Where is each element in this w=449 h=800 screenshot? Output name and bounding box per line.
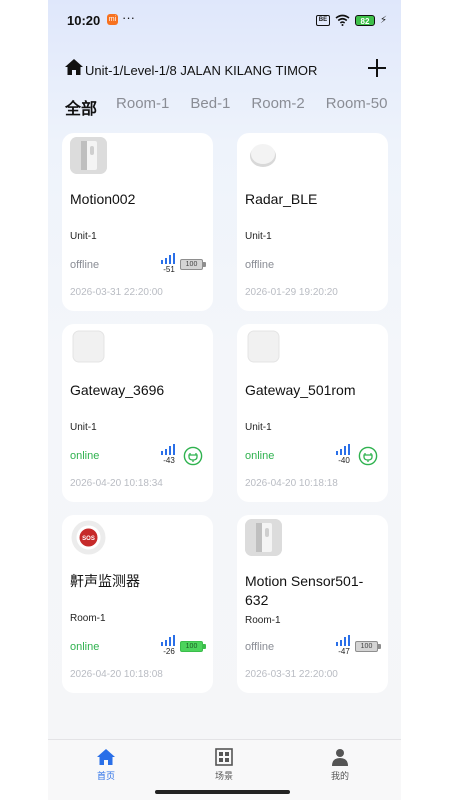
- power-plug-icon: [358, 446, 378, 466]
- nav-home-label: 首页: [96, 771, 115, 781]
- device-last-update: 2026-03-31 22:20:00: [245, 669, 338, 680]
- battery-value: 100: [180, 259, 203, 270]
- device-name: Gateway_3696: [70, 382, 165, 398]
- gateway-icon: [70, 328, 107, 365]
- device-room: Unit-1: [70, 231, 97, 242]
- nav-profile[interactable]: 我的: [310, 748, 370, 782]
- battery-value: 100: [355, 641, 378, 652]
- plus-icon[interactable]: [365, 56, 389, 80]
- device-name: Radar_BLE: [245, 191, 318, 207]
- device-card-snore-monitor[interactable]: SOS 鼾声监测器 Room-1 online -26 100 2026-04-…: [62, 515, 213, 693]
- device-room: Unit-1: [70, 422, 97, 433]
- device-name: Motion Sensor501-632: [245, 573, 364, 608]
- signal-value: -47: [338, 647, 350, 656]
- signal-value: -40: [338, 456, 350, 465]
- nav-scene[interactable]: 场景: [194, 748, 254, 782]
- wifi-icon: [335, 14, 350, 26]
- app-screen: 10:20 mi ··· BE 82 ⚡ Unit-1/Level-1/8 JA…: [48, 0, 401, 800]
- home-indicator-bar[interactable]: [155, 790, 290, 794]
- device-room: Unit-1: [245, 422, 272, 433]
- signal-icon: [161, 635, 175, 646]
- device-status: offline: [245, 641, 275, 653]
- device-name: Motion002: [70, 191, 136, 207]
- nav-scene-label: 场景: [214, 771, 233, 781]
- device-last-update: 2026-03-31 22:20:00: [70, 287, 163, 298]
- signal-icon: [161, 253, 175, 264]
- device-card-gateway-3696[interactable]: Gateway_3696 Unit-1 online -43 2026-04-2…: [62, 324, 213, 502]
- device-status: online: [70, 450, 100, 462]
- tab-room-2[interactable]: Room-2: [251, 95, 304, 117]
- sos-button-icon: SOS: [70, 519, 107, 556]
- signal-strength: -40: [334, 444, 352, 466]
- power-plug-icon: [183, 446, 203, 466]
- device-card-radar-ble[interactable]: Radar_BLE Unit-1 offline 2026-01-29 19:2…: [237, 133, 388, 311]
- battery-level: 82: [354, 14, 375, 26]
- signal-value: -26: [163, 647, 175, 656]
- device-last-update: 2026-01-29 19:20:20: [245, 287, 338, 298]
- home-icon: [97, 749, 115, 765]
- xiaomi-app-icon: mi: [107, 14, 118, 25]
- device-room: Room-1: [245, 615, 281, 626]
- tab-all[interactable]: 全部: [65, 95, 97, 118]
- location-header: Unit-1/Level-1/8 JALAN KILANG TIMOR: [48, 56, 401, 84]
- sos-label: SOS: [82, 536, 95, 542]
- signal-value: -43: [163, 456, 175, 465]
- device-name: Gateway_501rom: [245, 382, 356, 398]
- battery-icon: 100: [180, 259, 206, 270]
- nav-profile-label: 我的: [330, 771, 349, 781]
- person-icon: [332, 749, 348, 766]
- signal-icon: [336, 635, 350, 646]
- tab-room-50[interactable]: Room-50: [326, 95, 388, 117]
- nav-home[interactable]: 首页: [76, 748, 136, 782]
- device-room: Room-1: [70, 613, 106, 624]
- signal-strength: -51: [159, 253, 177, 275]
- room-tabs: 全部 Room-1 Bed-1 Room-2 Room-50: [65, 95, 401, 118]
- home-icon[interactable]: [64, 58, 84, 76]
- device-last-update: 2026-04-20 10:18:34: [70, 478, 163, 489]
- status-bar: 10:20 mi ··· BE 82 ⚡: [48, 0, 401, 40]
- charging-icon: ⚡: [379, 14, 387, 26]
- status-time: 10:20: [67, 13, 101, 28]
- signal-strength: -47: [334, 635, 352, 657]
- more-notifications-icon: ···: [122, 10, 135, 25]
- signal-icon: [336, 444, 350, 455]
- device-status: online: [245, 450, 275, 462]
- device-card-motion-sensor-501[interactable]: Motion Sensor501-632 Room-1 offline -47 …: [237, 515, 388, 693]
- signal-value: -51: [163, 265, 175, 274]
- battery-icon: 100: [180, 641, 206, 652]
- device-name: 鼾声监测器: [70, 573, 140, 589]
- gateway-icon: [245, 328, 282, 365]
- motion-sensor-icon: [245, 519, 282, 556]
- device-card-motion002[interactable]: Motion002 Unit-1 offline -51 100 2026-03…: [62, 133, 213, 311]
- battery-icon: 100: [355, 641, 381, 652]
- device-last-update: 2026-04-20 10:18:18: [245, 478, 338, 489]
- scene-icon: [215, 748, 233, 766]
- device-card-gateway-501rom[interactable]: Gateway_501rom Unit-1 online -40 2026-04…: [237, 324, 388, 502]
- device-status: online: [70, 641, 100, 653]
- bluetooth-status-icon: BE: [315, 14, 330, 26]
- device-last-update: 2026-04-20 10:18:08: [70, 669, 163, 680]
- location-breadcrumb[interactable]: Unit-1/Level-1/8 JALAN KILANG TIMOR: [85, 63, 317, 78]
- radar-icon: [245, 137, 282, 174]
- signal-strength: -26: [159, 635, 177, 657]
- device-status: offline: [70, 259, 100, 271]
- signal-icon: [161, 444, 175, 455]
- tab-room-1[interactable]: Room-1: [116, 95, 169, 117]
- motion-sensor-icon: [70, 137, 107, 174]
- battery-value: 100: [180, 641, 203, 652]
- device-status: offline: [245, 259, 275, 271]
- tab-bed-1[interactable]: Bed-1: [190, 95, 230, 117]
- device-room: Unit-1: [245, 231, 272, 242]
- signal-strength: -43: [159, 444, 177, 466]
